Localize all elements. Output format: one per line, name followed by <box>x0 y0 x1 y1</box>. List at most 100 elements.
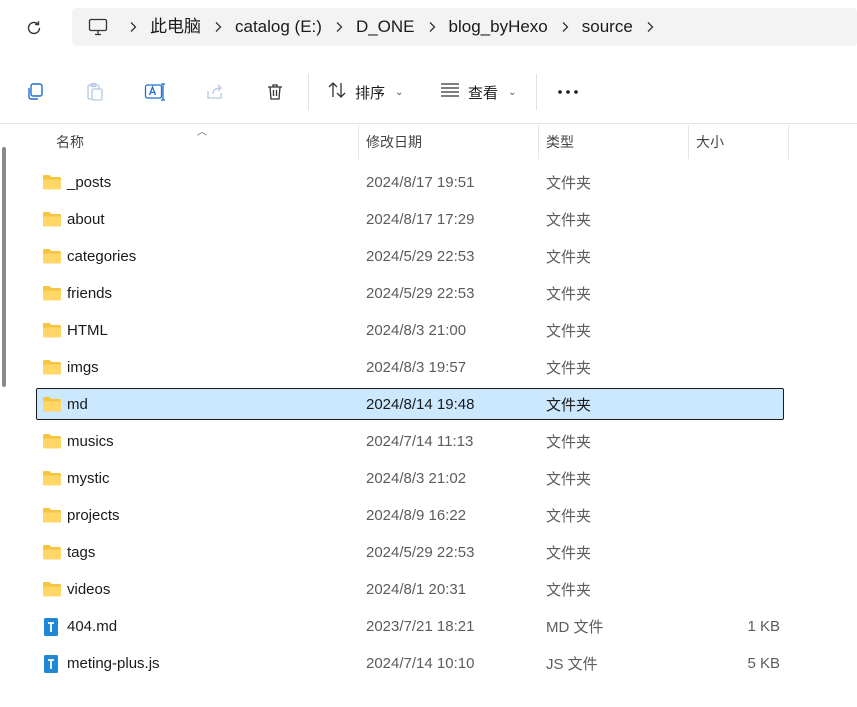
column-divider[interactable] <box>788 125 789 159</box>
list-item[interactable]: tags 2024/5/29 22:53 文件夹 <box>36 536 784 568</box>
list-item-selected[interactable]: md 2024/8/14 19:48 文件夹 <box>36 388 784 420</box>
folder-icon <box>42 358 62 376</box>
breadcrumb-source[interactable]: source <box>580 8 635 46</box>
item-type: 文件夹 <box>546 248 592 266</box>
list-item[interactable]: 404.md 2023/7/21 18:21 MD 文件 1 KB <box>36 610 784 642</box>
list-item[interactable]: imgs 2024/8/3 19:57 文件夹 <box>36 351 784 383</box>
list-item[interactable]: friends 2024/5/29 22:53 文件夹 <box>36 277 784 309</box>
copy-icon[interactable] <box>21 78 49 106</box>
folder-icon <box>42 173 62 191</box>
folder-icon <box>42 247 62 265</box>
item-name: meting-plus.js <box>67 654 160 672</box>
item-name: tags <box>67 543 96 561</box>
column-header-name[interactable]: 名称 <box>56 125 84 159</box>
view-icon <box>440 82 460 102</box>
item-date: 2024/5/29 22:53 <box>366 543 475 561</box>
breadcrumb-blog[interactable]: blog_byHexo <box>447 8 550 46</box>
chevron-right-icon[interactable] <box>635 8 665 46</box>
item-name: imgs <box>67 358 99 376</box>
breadcrumb-d-one[interactable]: D_ONE <box>354 8 417 46</box>
share-icon[interactable] <box>201 78 229 106</box>
item-name: mystic <box>67 469 110 487</box>
breadcrumb-this-pc[interactable]: 此电脑 <box>148 8 203 46</box>
chevron-down-icon: ⌄ <box>508 86 517 98</box>
list-item[interactable]: mystic 2024/8/3 21:02 文件夹 <box>36 462 784 494</box>
item-name: 404.md <box>67 617 118 635</box>
column-divider[interactable] <box>688 125 689 159</box>
chevron-right-icon[interactable] <box>203 8 233 46</box>
item-date: 2024/8/1 20:31 <box>366 580 467 598</box>
item-type: 文件夹 <box>546 470 592 488</box>
item-name: projects <box>67 506 120 524</box>
chevron-right-icon[interactable] <box>417 8 447 46</box>
folder-icon <box>42 321 62 339</box>
markdown-file-icon <box>42 617 62 636</box>
list-item[interactable]: about 2024/8/17 17:29 文件夹 <box>36 203 784 235</box>
refresh-icon[interactable] <box>22 16 46 40</box>
sort-icon <box>327 81 347 103</box>
folder-icon <box>42 506 62 524</box>
command-bar: 排序 ⌄ 查看 ⌄ <box>0 60 857 124</box>
folder-icon <box>42 395 62 413</box>
item-name: HTML <box>67 321 108 339</box>
column-divider[interactable] <box>358 125 359 159</box>
breadcrumb-catalog[interactable]: catalog (E:) <box>233 8 324 46</box>
column-header-size[interactable]: 大小 <box>696 125 724 159</box>
item-type: 文件夹 <box>546 322 592 340</box>
folder-icon <box>42 469 62 487</box>
item-name: md <box>67 395 88 413</box>
list-item[interactable]: projects 2024/8/9 16:22 文件夹 <box>36 499 784 531</box>
paste-icon[interactable] <box>81 78 109 106</box>
list-item[interactable]: meting-plus.js 2024/7/14 10:10 JS 文件 5 K… <box>36 647 784 679</box>
column-header-date[interactable]: 修改日期 <box>366 125 422 159</box>
item-date: 2024/5/29 22:53 <box>366 247 475 265</box>
column-header-type[interactable]: 类型 <box>546 125 574 159</box>
address-row: 此电脑 catalog (E:) D_ONE blog_byHexo sourc… <box>0 0 857 56</box>
item-type: 文件夹 <box>546 581 592 599</box>
sort-button[interactable]: 排序 ⌄ <box>327 76 403 108</box>
rename-icon[interactable] <box>141 78 169 106</box>
sort-label: 排序 <box>355 84 386 102</box>
chevron-right-icon[interactable] <box>118 8 148 46</box>
item-date: 2023/7/21 18:21 <box>366 617 475 635</box>
item-name: musics <box>67 432 114 450</box>
item-name: categories <box>67 247 137 265</box>
chevron-down-icon: ⌄ <box>395 86 404 98</box>
item-type: 文件夹 <box>546 396 592 414</box>
more-options-icon[interactable] <box>554 78 582 106</box>
scrollbar-thumb[interactable] <box>2 147 6 387</box>
chevron-right-icon[interactable] <box>324 8 354 46</box>
list-item[interactable]: HTML 2024/8/3 21:00 文件夹 <box>36 314 784 346</box>
item-name: _posts <box>67 173 112 191</box>
chevron-right-icon[interactable] <box>550 8 580 46</box>
item-date: 2024/8/3 19:57 <box>366 358 467 376</box>
folder-icon <box>42 210 62 228</box>
item-type: 文件夹 <box>546 507 592 525</box>
folder-icon <box>42 580 62 598</box>
computer-icon[interactable] <box>78 8 118 46</box>
item-date: 2024/8/3 21:00 <box>366 321 467 339</box>
toolbar-divider <box>308 74 309 110</box>
view-button[interactable]: 查看 ⌄ <box>440 76 516 108</box>
item-size: 1 KB <box>747 617 780 635</box>
address-bar[interactable]: 此电脑 catalog (E:) D_ONE blog_byHexo sourc… <box>72 8 857 46</box>
item-date: 2024/7/14 10:10 <box>366 654 475 672</box>
column-divider[interactable] <box>538 125 539 159</box>
folder-icon <box>42 284 62 302</box>
javascript-file-icon <box>42 654 62 673</box>
item-date: 2024/8/9 16:22 <box>366 506 467 524</box>
list-item[interactable]: musics 2024/7/14 11:13 文件夹 <box>36 425 784 457</box>
toolbar-divider <box>536 74 537 110</box>
item-date: 2024/5/29 22:53 <box>366 284 475 302</box>
list-item[interactable]: videos 2024/8/1 20:31 文件夹 <box>36 573 784 605</box>
item-date: 2024/8/3 21:02 <box>366 469 467 487</box>
list-item[interactable]: categories 2024/5/29 22:53 文件夹 <box>36 240 784 272</box>
item-type: 文件夹 <box>546 174 592 192</box>
list-item[interactable]: _posts 2024/8/17 19:51 文件夹 <box>36 166 784 198</box>
delete-icon[interactable] <box>261 78 289 106</box>
item-date: 2024/7/14 11:13 <box>366 432 474 450</box>
item-date: 2024/8/14 19:48 <box>366 395 475 413</box>
item-name: friends <box>67 284 113 302</box>
item-size: 5 KB <box>747 654 780 672</box>
item-type: 文件夹 <box>546 433 592 451</box>
